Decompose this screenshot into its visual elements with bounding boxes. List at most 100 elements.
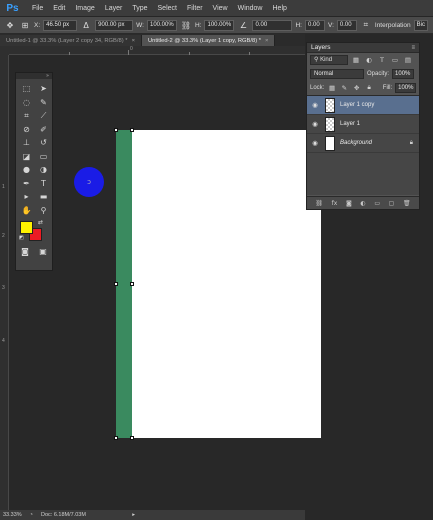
foreground-color-swatch[interactable] xyxy=(20,221,33,234)
screen-mode-icon[interactable]: ▣ xyxy=(39,247,47,256)
menu-window[interactable]: Window xyxy=(233,5,268,12)
y-field[interactable]: 900.00 px xyxy=(95,19,134,31)
lock-row: Lock: ▦ ✎ ✥ 🔒︎ Fill: 100% xyxy=(307,81,419,94)
height-field[interactable]: 100.00% xyxy=(204,19,235,31)
ruler-left[interactable]: 1 2 3 4 xyxy=(0,55,9,510)
x-field[interactable]: 46.50 px xyxy=(43,19,78,31)
smart-object-filter-icon[interactable]: ▤ xyxy=(403,56,413,64)
hskew-field[interactable]: 0.00 xyxy=(304,19,325,31)
panel-menu-icon[interactable]: ≡ xyxy=(411,45,415,51)
transform-handle[interactable] xyxy=(130,128,134,132)
new-group-icon[interactable]: ▭ xyxy=(374,200,380,207)
type-filter-icon[interactable]: T xyxy=(377,56,387,64)
adjustment-layer-icon[interactable]: ◐ xyxy=(360,200,365,207)
collapse-icon[interactable]: » xyxy=(46,73,49,79)
crop-tool-icon[interactable]: ⌗ xyxy=(18,109,35,123)
vskew-field[interactable]: 0.00 xyxy=(336,19,357,31)
layer-name: Layer 1 xyxy=(340,121,361,127)
layers-panel-header[interactable]: Layers ≡ xyxy=(307,43,419,53)
width-field[interactable]: 100.00% xyxy=(146,19,177,31)
vskew-label: V: xyxy=(327,21,334,29)
close-icon[interactable]: × xyxy=(132,38,135,44)
menu-image[interactable]: Image xyxy=(70,5,99,12)
blend-mode-select[interactable]: Normal xyxy=(310,69,364,79)
menu-filter[interactable]: Filter xyxy=(182,5,208,12)
filter-row: ⚲ Kind ▦ ◐ T ▭ ▤ xyxy=(307,53,419,67)
menu-help[interactable]: Help xyxy=(268,5,292,12)
lock-position-icon[interactable]: ✥ xyxy=(352,84,361,92)
layer-row[interactable]: ◉ Layer 1 xyxy=(307,115,419,134)
status-arrow-icon[interactable]: ▸ xyxy=(132,512,135,518)
menu-file[interactable]: File xyxy=(27,5,48,12)
link-layers-icon[interactable]: ⛓ xyxy=(315,200,323,207)
link-icon[interactable]: ⛓ xyxy=(180,19,192,31)
quick-mask-icon[interactable]: ◙ xyxy=(21,247,29,256)
history-brush-tool-icon[interactable]: ↺ xyxy=(35,136,52,150)
menu-type[interactable]: Type xyxy=(127,5,152,12)
visibility-eye-icon[interactable]: ◉ xyxy=(310,101,320,109)
visibility-eye-icon[interactable]: ◉ xyxy=(310,120,320,128)
kind-filter-select[interactable]: ⚲ Kind xyxy=(310,55,348,65)
zoom-tool-icon[interactable]: ⚲ xyxy=(35,204,52,218)
brush-tool-icon[interactable]: ✐ xyxy=(35,123,52,137)
swap-colors-icon[interactable]: ⇄ xyxy=(38,219,43,226)
close-icon[interactable]: × xyxy=(265,38,268,44)
transform-handle[interactable] xyxy=(130,436,134,440)
gradient-tool-icon[interactable]: ▭ xyxy=(35,150,52,164)
document-canvas[interactable] xyxy=(132,130,321,438)
eyedropper-tool-icon[interactable]: ⟋ xyxy=(35,109,52,123)
lasso-tool-icon[interactable]: ◌ xyxy=(18,96,35,110)
type-tool-icon[interactable]: T xyxy=(35,177,52,191)
tab-untitled-1[interactable]: Untitled-1 @ 33.3% (Layer 2 copy 34, RGB… xyxy=(0,35,142,46)
eraser-tool-icon[interactable]: ◪ xyxy=(18,150,35,164)
fx-icon[interactable]: fx xyxy=(332,200,338,207)
menu-layer[interactable]: Layer xyxy=(100,5,128,12)
ruler-corner[interactable] xyxy=(0,46,9,55)
reference-point-icon[interactable]: ⊞ xyxy=(19,19,31,31)
layer-row[interactable]: ◉ Layer 1 copy xyxy=(307,96,419,115)
lock-transparent-icon[interactable]: ▦ xyxy=(327,84,336,92)
ruler-mark: 3 xyxy=(2,285,5,291)
status-info-icon[interactable]: ◔ xyxy=(30,512,33,518)
healing-tool-icon[interactable]: ⊘ xyxy=(18,123,35,137)
hand-tool-icon[interactable]: ✋ xyxy=(18,204,35,218)
stamp-tool-icon[interactable]: ⊥ xyxy=(18,136,35,150)
tab-untitled-2[interactable]: Untitled-2 @ 33.3% (Layer 1 copy, RGB/8)… xyxy=(141,35,276,46)
quick-select-tool-icon[interactable]: ✎ xyxy=(35,96,52,110)
new-layer-icon[interactable]: ▢ xyxy=(389,200,395,207)
move-tool-preset-icon[interactable]: ✥ xyxy=(4,19,16,31)
move-tool-icon[interactable]: ➤ xyxy=(35,82,52,96)
pixel-filter-icon[interactable]: ▦ xyxy=(351,56,361,64)
layer-row[interactable]: ◉ Background 🔒︎ xyxy=(307,134,419,153)
lock-all-icon[interactable]: 🔒︎ xyxy=(364,83,373,92)
path-select-tool-icon[interactable]: ▸ xyxy=(18,190,35,204)
angle-field[interactable]: 0.00 xyxy=(252,19,293,31)
transform-handle[interactable] xyxy=(114,128,118,132)
tool-bottom-row: ◙ ▣ xyxy=(16,247,52,256)
trash-icon[interactable]: 🗑︎ xyxy=(403,200,411,207)
transform-handle[interactable] xyxy=(130,282,134,286)
add-mask-icon[interactable]: ◙ xyxy=(346,200,352,207)
shape-filter-icon[interactable]: ▭ xyxy=(390,56,400,64)
fill-field[interactable]: 100% xyxy=(395,82,416,93)
menu-view[interactable]: View xyxy=(208,5,233,12)
default-colors-icon[interactable]: ◩ xyxy=(19,235,24,241)
adjustment-filter-icon[interactable]: ◐ xyxy=(364,56,374,64)
pen-tool-icon[interactable]: ✒ xyxy=(18,177,35,191)
search-icon: ⚲ xyxy=(314,57,319,63)
zoom-level[interactable]: 33.33% xyxy=(3,512,22,518)
opacity-field[interactable]: 100% xyxy=(392,69,415,79)
ruler-top[interactable]: 0 xyxy=(9,46,305,55)
transform-handle[interactable] xyxy=(114,436,118,440)
shape-tool-icon[interactable]: ▬ xyxy=(35,190,52,204)
warp-icon[interactable]: ⌗ xyxy=(360,19,372,31)
lock-pixels-icon[interactable]: ✎ xyxy=(340,84,349,92)
transform-handle[interactable] xyxy=(114,282,118,286)
blur-tool-icon[interactable]: ● xyxy=(18,163,35,177)
menu-select[interactable]: Select xyxy=(153,5,182,12)
menu-edit[interactable]: Edit xyxy=(48,5,70,12)
dodge-tool-icon[interactable]: ◑ xyxy=(35,163,52,177)
interpolation-select[interactable]: Bic xyxy=(413,19,428,31)
marquee-tool-icon[interactable]: ⬚ xyxy=(18,82,35,96)
visibility-eye-icon[interactable]: ◉ xyxy=(310,139,320,147)
